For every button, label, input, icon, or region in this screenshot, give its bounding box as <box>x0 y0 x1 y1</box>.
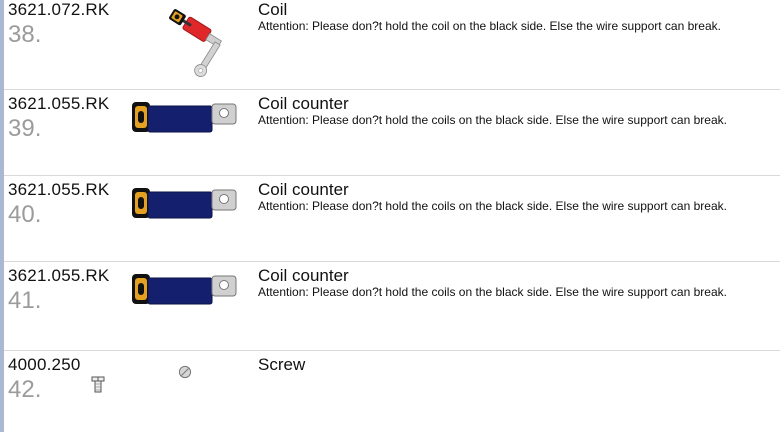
coil-counter-image <box>132 188 237 219</box>
part-row: 3621.055.RK 39. Coil counter Attention: … <box>4 94 780 180</box>
part-index: 40. <box>8 201 42 228</box>
part-index: 42. <box>8 376 42 403</box>
part-row: 4000.250 42. Screw <box>4 355 780 441</box>
coil-counter-image <box>132 274 237 305</box>
screw-side-icon <box>91 376 105 393</box>
part-note: Attention: Please don?t hold the coil on… <box>258 19 721 33</box>
part-title: Coil <box>258 0 288 19</box>
part-number: 3621.072.RK <box>8 0 110 19</box>
part-index: 39. <box>8 115 42 142</box>
part-index: 41. <box>8 287 42 314</box>
part-title: Coil counter <box>258 94 349 113</box>
part-number: 3621.055.RK <box>8 180 110 199</box>
part-title: Coil counter <box>258 266 349 285</box>
screw-head-icon <box>178 365 192 379</box>
row-divider <box>4 261 780 262</box>
part-number: 3621.055.RK <box>8 94 110 113</box>
row-divider <box>4 175 780 176</box>
part-row: 3621.055.RK 40. Coil counter Attention: … <box>4 180 780 266</box>
coil-counter-image <box>132 102 237 133</box>
part-title: Screw <box>258 355 306 374</box>
part-note: Attention: Please don?t hold the coils o… <box>258 285 727 299</box>
part-row: 3621.055.RK 41. Coil counter Attention: … <box>4 266 780 352</box>
row-divider <box>4 89 780 90</box>
part-note: Attention: Please don?t hold the coils o… <box>258 113 727 127</box>
row-divider <box>4 350 780 351</box>
coil-image <box>169 9 222 77</box>
part-index: 38. <box>8 21 42 48</box>
part-number: 3621.055.RK <box>8 266 110 285</box>
part-note: Attention: Please don?t hold the coils o… <box>258 199 727 213</box>
part-number: 4000.250 <box>8 355 81 374</box>
part-row: 3621.072.RK 38. Coil Attention: Please d… <box>4 0 780 86</box>
part-title: Coil counter <box>258 180 349 199</box>
